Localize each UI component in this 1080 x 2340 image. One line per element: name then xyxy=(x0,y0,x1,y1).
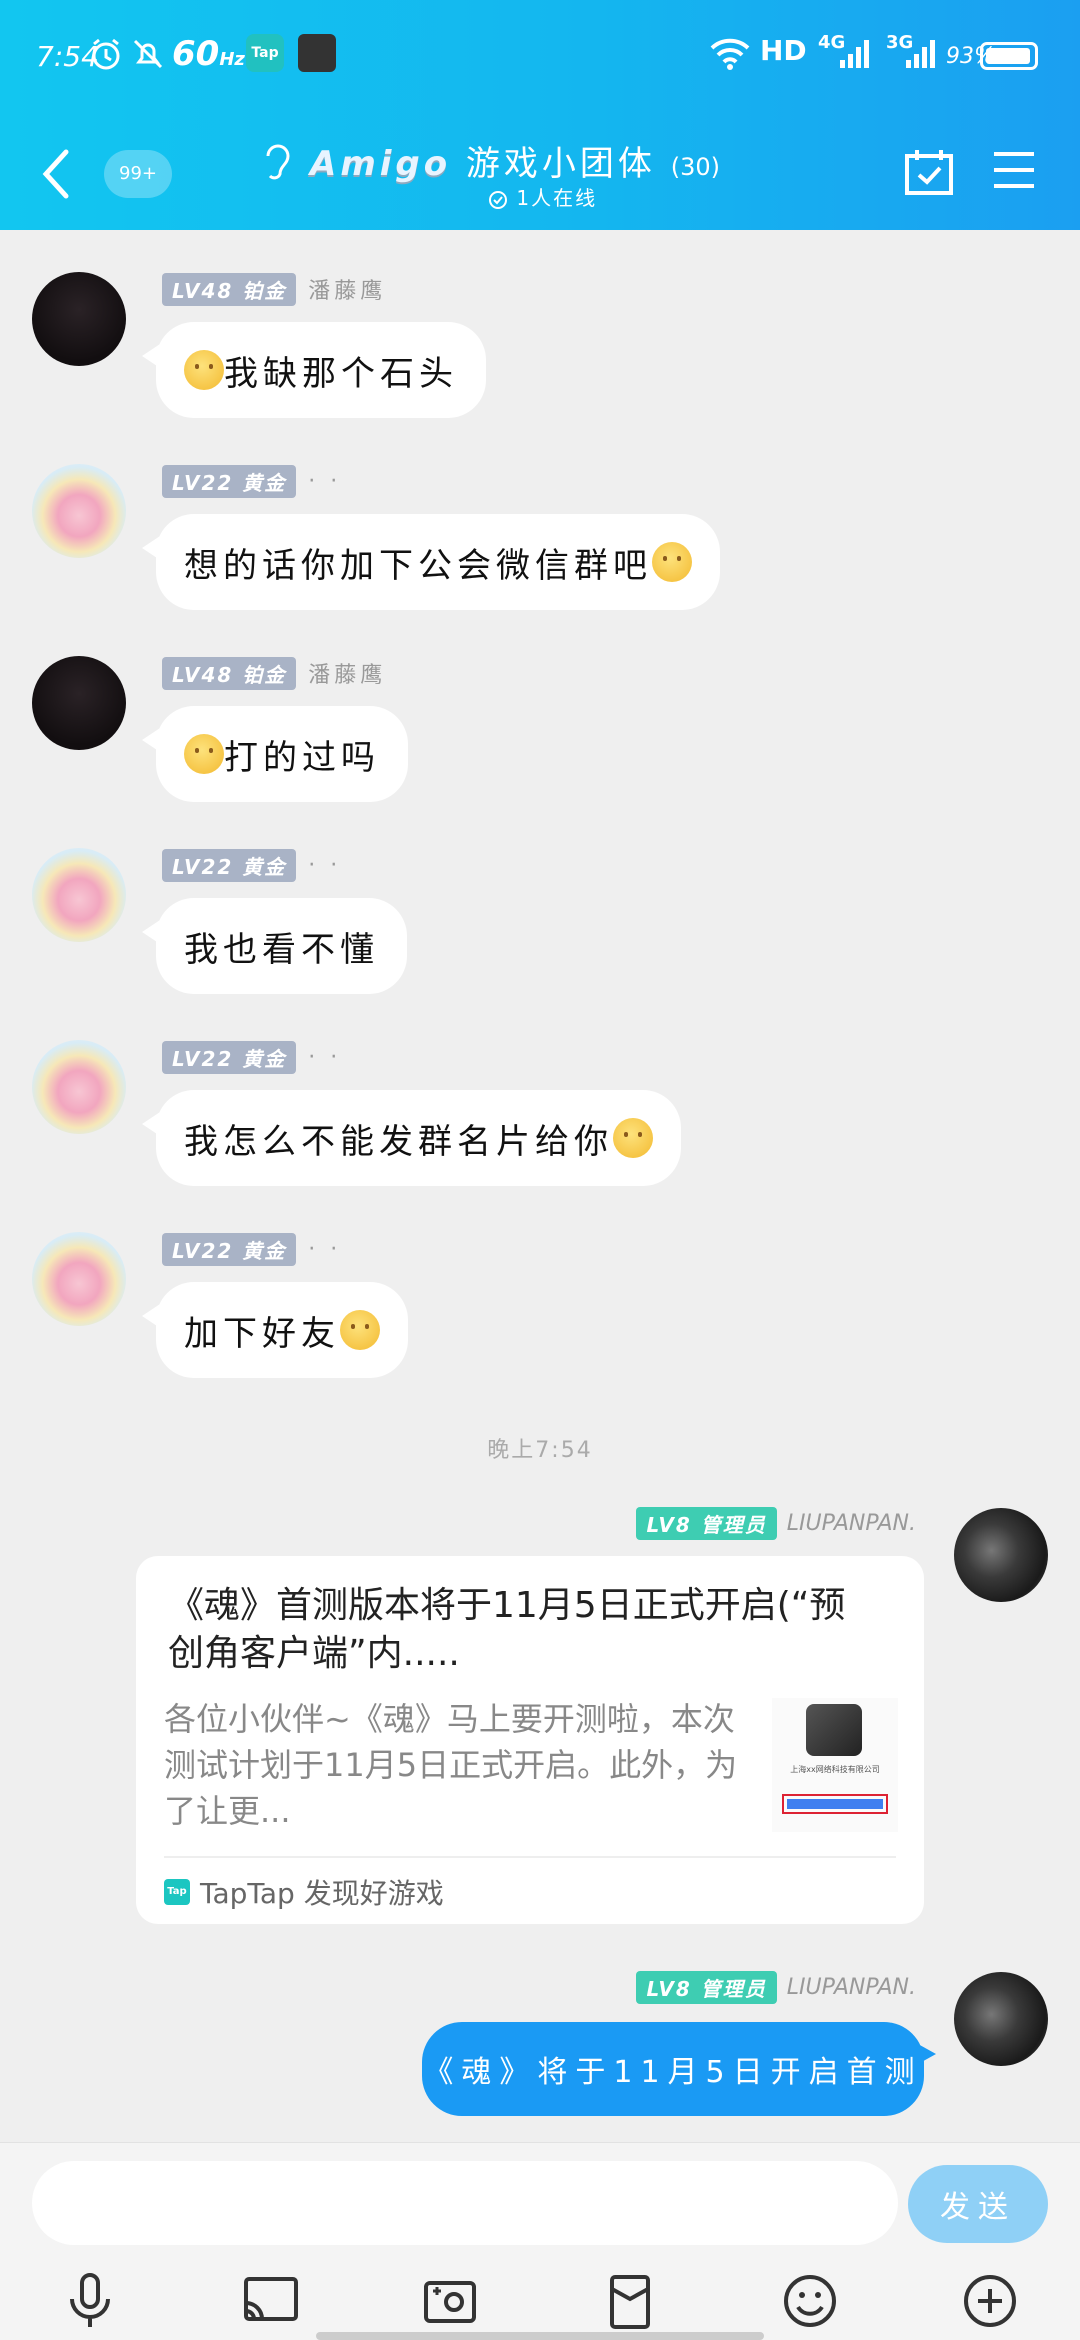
mic-icon[interactable] xyxy=(58,2269,122,2333)
sender-meta: LV48 铂金 潘藤鹰 xyxy=(162,656,387,690)
shared-link-card[interactable]: 《魂》首测版本将于11月5日正式开启(“预创角客户端”内..... 各位小伙伴~… xyxy=(136,1556,924,1924)
signal-4g-icon xyxy=(840,40,869,68)
level-badge: LV22 黄金 xyxy=(162,1040,297,1074)
level-badge: LV22 黄金 xyxy=(162,1232,297,1266)
group-brand: Amigo xyxy=(310,144,452,184)
message-text: 我缺那个石头 xyxy=(224,353,458,394)
message-text: 我怎么不能发群名片给你 xyxy=(184,1121,613,1162)
message-text: 加下好友 xyxy=(184,1313,340,1354)
message-bubble[interactable]: 想的话你加下公会微信群吧 xyxy=(142,514,720,610)
sender-name: · · xyxy=(308,1236,342,1262)
avatar[interactable] xyxy=(32,1232,126,1326)
level-badge: LV22 黄金 xyxy=(162,464,297,498)
card-source-text: TapTap 发现好游戏 xyxy=(200,1877,444,1910)
redpacket-icon[interactable] xyxy=(598,2269,662,2333)
emoji-icon xyxy=(340,1310,380,1350)
game-logo-icon xyxy=(806,1704,862,1756)
online-status: 1人在线 xyxy=(488,182,597,211)
camera-icon[interactable] xyxy=(418,2269,482,2333)
sender-meta: LV22 黄金 · · xyxy=(162,464,342,498)
status-bar: 7:54 60Hz Tap HD 4G 3G 93% xyxy=(0,28,1080,84)
emoji-face-icon[interactable] xyxy=(778,2269,842,2333)
emoji-icon xyxy=(652,542,692,582)
level-badge: LV8 管理员 xyxy=(636,1970,777,2004)
message-bubble[interactable]: 加下好友 xyxy=(142,1282,408,1378)
toolbar xyxy=(0,2269,1080,2333)
emoji-icon xyxy=(184,350,224,390)
avatar[interactable] xyxy=(32,464,126,558)
menu-icon[interactable] xyxy=(992,150,1036,190)
emoji-icon xyxy=(613,1118,653,1158)
taptap-notification-icon: Tap xyxy=(246,34,284,72)
send-button[interactable]: 发送 xyxy=(908,2165,1048,2243)
level-badge: LV48 铂金 xyxy=(162,656,297,690)
group-name: 游戏小团体 xyxy=(465,144,656,184)
card-thumbnail: 上海xx网络科技有限公司 xyxy=(772,1698,898,1832)
card-title: 《魂》首测版本将于11月5日正式开启(“预创角客户端”内..... xyxy=(168,1585,846,1674)
sender-meta: LV22 黄金 · · xyxy=(162,1040,342,1074)
home-indicator[interactable] xyxy=(316,2332,764,2340)
avatar[interactable] xyxy=(32,656,126,750)
level-badge: LV8 管理员 xyxy=(636,1506,777,1540)
back-arrow-icon[interactable] xyxy=(36,146,76,202)
thumb-button xyxy=(782,1794,888,1814)
sender-meta: LV22 黄金 · · xyxy=(162,848,342,882)
sender-name: · · xyxy=(308,1044,342,1070)
signal-3g-icon xyxy=(906,40,935,68)
time-divider: 晚上7:54 xyxy=(487,1438,593,1463)
mute-bell-icon xyxy=(133,39,163,69)
card-description: 各位小伙伴~《魂》马上要开测啦，本次测试计划于11月5日正式开启。此外，为了让更… xyxy=(164,1700,738,1830)
sender-name: 潘藤鹰 xyxy=(308,663,387,688)
message-text: 想的话你加下公会微信群吧 xyxy=(184,545,652,586)
avatar[interactable] xyxy=(954,1972,1048,2066)
nav-bar: 99+ Amigo 游戏小团体 (30) 1人在线 xyxy=(0,120,1080,230)
message-input[interactable] xyxy=(32,2161,898,2245)
avatar[interactable] xyxy=(32,272,126,366)
sender-name: LIUPANPAN. xyxy=(786,1510,916,1536)
input-bar: 发送 xyxy=(0,2142,1080,2340)
hd-indicator: HD xyxy=(760,34,807,67)
taptap-icon: Tap xyxy=(164,1879,190,1905)
avatar[interactable] xyxy=(32,1040,126,1134)
battery-icon xyxy=(980,42,1038,70)
sender-meta: LV22 黄金 · · xyxy=(162,1232,342,1266)
level-badge: LV48 铂金 xyxy=(162,272,297,306)
message-text: 《魂》将于11月5日开启首测 xyxy=(423,2055,923,2090)
sender-name: · · xyxy=(308,468,342,494)
sender-meta: LV8 管理员 LIUPANPAN. xyxy=(636,1506,916,1540)
mail-notification-icon xyxy=(298,34,336,72)
emoji-icon xyxy=(184,734,224,774)
group-title[interactable]: Amigo 游戏小团体 (30) xyxy=(310,136,720,185)
alarm-icon xyxy=(92,38,120,70)
ear-icon[interactable] xyxy=(260,140,294,186)
message-bubble[interactable]: 打的过吗 xyxy=(142,706,408,802)
message-bubble[interactable]: 我缺那个石头 xyxy=(142,322,486,418)
message-bubble[interactable]: 我也看不懂 xyxy=(142,898,407,994)
online-count: 1人在线 xyxy=(516,186,598,210)
level-badge: LV22 黄金 xyxy=(162,848,297,882)
avatar[interactable] xyxy=(32,848,126,942)
sender-meta: LV48 铂金 潘藤鹰 xyxy=(162,272,387,306)
member-count: (30) xyxy=(670,153,720,181)
chat-header: 7:54 60Hz Tap HD 4G 3G 93% 99+ Amigo 游戏小… xyxy=(0,0,1080,230)
sender-name: 潘藤鹰 xyxy=(308,279,387,304)
sender-meta: LV8 管理员 LIUPANPAN. xyxy=(636,1970,916,2004)
cast-icon[interactable] xyxy=(238,2269,302,2333)
sender-name: LIUPANPAN. xyxy=(786,1974,916,2000)
plus-icon[interactable] xyxy=(958,2269,1022,2333)
card-divider xyxy=(164,1856,896,1858)
calendar-check-icon[interactable] xyxy=(904,148,954,196)
avatar[interactable] xyxy=(954,1508,1048,1602)
thumb-caption: 上海xx网络科技有限公司 xyxy=(790,1765,880,1774)
wifi-icon xyxy=(710,38,750,70)
message-text: 我也看不懂 xyxy=(184,929,379,970)
sender-name: · · xyxy=(308,852,342,878)
message-bubble[interactable]: 我怎么不能发群名片给你 xyxy=(142,1090,681,1186)
unread-badge[interactable]: 99+ xyxy=(104,150,172,198)
sent-message-bubble[interactable]: 《魂》将于11月5日开启首测 xyxy=(422,2022,936,2116)
card-source: Tap TapTap 发现好游戏 xyxy=(164,1872,444,1912)
message-text: 打的过吗 xyxy=(224,737,380,778)
online-check-icon xyxy=(489,190,507,209)
refresh-rate: 60Hz xyxy=(172,34,245,74)
